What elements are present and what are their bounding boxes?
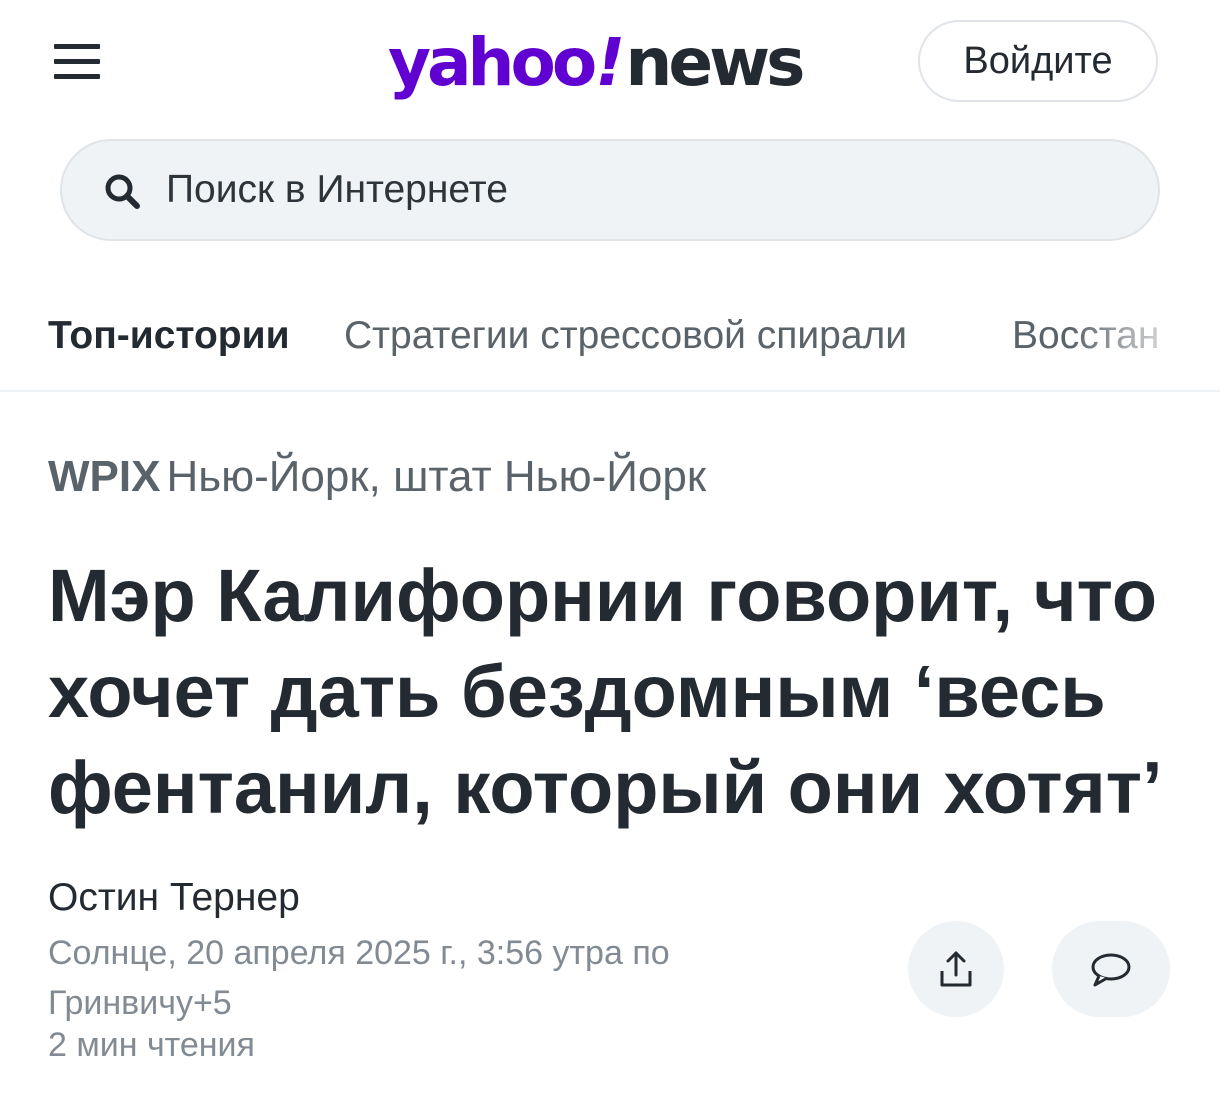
topic-nav: Топ-истории Стратегии стрессовой спирали… [0,300,1220,392]
signin-button[interactable]: Войдите [918,20,1158,102]
search-icon [105,174,140,209]
provider-location: Нью-Йорк, штат Нью-Йорк [166,452,707,501]
tab-top-stories[interactable]: Топ-истории [48,314,290,358]
article-headline: Мэр Калифорнии говорит, что хочет дать б… [48,554,1163,829]
header: yahoo! news Войдите [0,0,1220,125]
logo-exclamation: ! [595,24,625,101]
article-author[interactable]: Остин Тернер [48,876,300,920]
logo-news-text: news [625,24,805,101]
article-read-time: 2 мин чтения [48,1026,255,1064]
tab-recovery[interactable]: Восстан [1012,314,1159,358]
yahoo-news-logo[interactable]: yahoo! news [388,18,805,108]
comment-button[interactable] [1052,921,1170,1017]
share-button[interactable] [908,921,1004,1017]
search-bar[interactable] [60,139,1160,241]
comment-icon [1091,953,1131,987]
article-date: Солнце, 20 апреля 2025 г., 3:56 утра по … [48,934,670,1022]
article-provider: WPIX Нью-Йорк, штат Нью-Йорк [48,452,706,502]
logo-yahoo-text: yahoo [388,24,597,101]
share-icon [940,951,972,987]
hamburger-menu-icon[interactable] [54,40,102,82]
provider-name[interactable]: WPIX [48,452,160,501]
tab-stress-spiral-strategies[interactable]: Стратегии стрессовой спирали [344,314,907,358]
search-input[interactable] [166,159,1126,221]
